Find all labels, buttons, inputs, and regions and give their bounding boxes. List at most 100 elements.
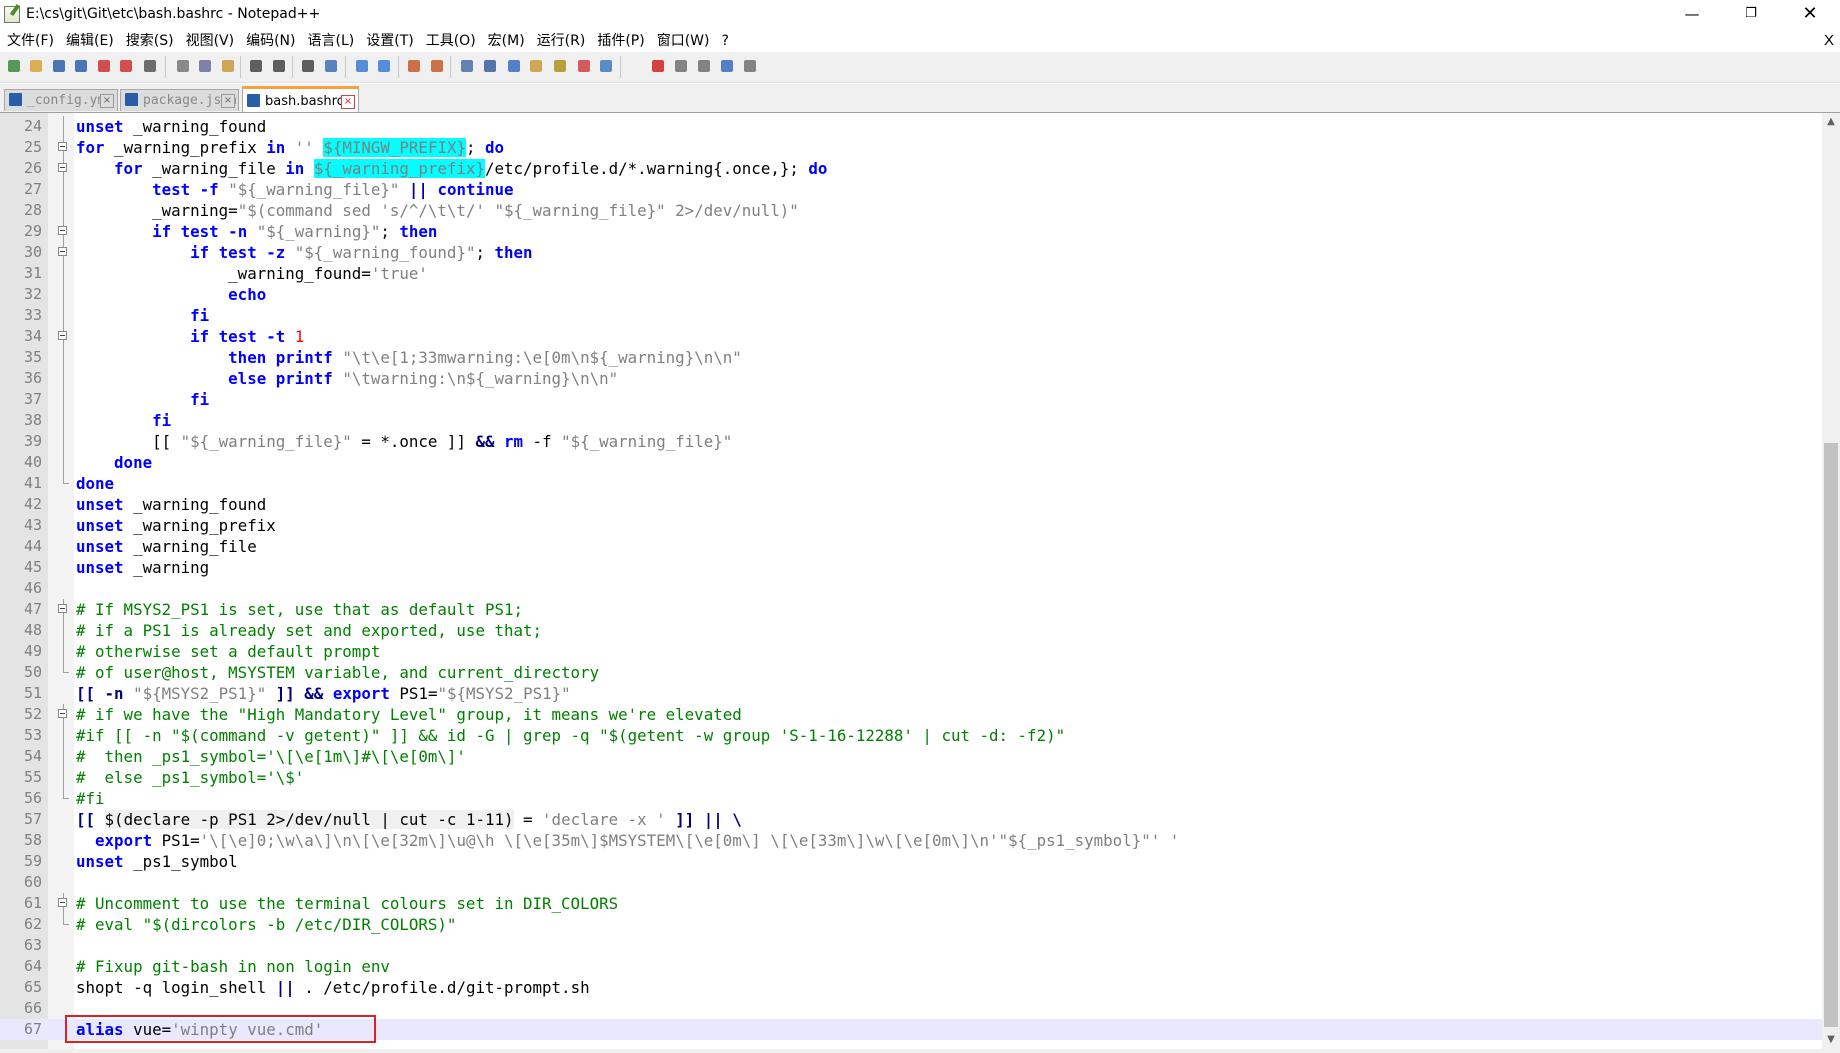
menu-item-8[interactable]: 宏(M): [481, 30, 530, 52]
copy-icon[interactable]: [196, 57, 214, 75]
code-line[interactable]: 50 # of user@host, MSYSTEM variable, and …: [0, 662, 1822, 683]
menu-item-9[interactable]: 运行(R): [530, 30, 591, 52]
code-line[interactable]: 64 # Fixup git-bash in non login env: [0, 956, 1822, 977]
play-macro-icon[interactable]: [695, 57, 713, 75]
code-line[interactable]: 51 [[ -n "${MSYS2_PS1}" ]] && export PS1=…: [0, 683, 1822, 704]
redo-icon[interactable]: [270, 57, 288, 75]
fold-toggle-icon[interactable]: [58, 898, 67, 907]
fold-toggle-icon[interactable]: [58, 604, 67, 613]
menu-item-10[interactable]: 插件(P): [590, 30, 649, 52]
code-line[interactable]: 27 test -f "${_warning_file}" || continu…: [0, 179, 1822, 200]
code-line[interactable]: 40 done: [0, 452, 1822, 473]
code-line[interactable]: 42 unset _warning_found: [0, 494, 1822, 515]
maximize-button[interactable]: ❐: [1723, 0, 1779, 30]
code-line[interactable]: 58 export PS1='\[\e]0;\w\a\]\n\[\e[32m\]…: [0, 830, 1822, 851]
code-line[interactable]: 47 # If MSYS2_PS1 is set, use that as def…: [0, 599, 1822, 620]
vertical-scrollbar[interactable]: ▲ ▼: [1822, 113, 1840, 1049]
save-all-icon[interactable]: [72, 57, 90, 75]
folder-workspace-icon[interactable]: [575, 57, 593, 75]
scroll-down-arrow-icon[interactable]: ▼: [1822, 1031, 1840, 1049]
menu-item-5[interactable]: 语言(L): [301, 30, 360, 52]
code-line[interactable]: 35 then printf "\t\e[1;33mwarning:\e[0m\…: [0, 347, 1822, 368]
menu-item-1[interactable]: 编辑(E): [59, 30, 119, 52]
code-line[interactable]: 65 shopt -q login_shell || . /etc/profile…: [0, 977, 1822, 998]
print-icon[interactable]: [141, 57, 159, 75]
indent-guide-icon[interactable]: [505, 57, 523, 75]
open-file-icon[interactable]: [27, 57, 45, 75]
code-line[interactable]: 54 # then _ps1_symbol='\[\e[1m\]#\[\e[0m\…: [0, 746, 1822, 767]
fold-toggle-icon[interactable]: [58, 709, 67, 718]
paste-icon[interactable]: [219, 57, 237, 75]
sync-h-icon[interactable]: [428, 57, 446, 75]
code-line[interactable]: 41 done: [0, 473, 1822, 494]
word-wrap-icon[interactable]: [458, 57, 476, 75]
menu-item-0[interactable]: 文件(F): [0, 30, 59, 52]
code-line[interactable]: 29 if test -n "${_warning}"; then: [0, 221, 1822, 242]
code-line[interactable]: 53 #if [[ -n "$(command -v getent)" ]] &&…: [0, 725, 1822, 746]
function-list-icon[interactable]: [527, 57, 545, 75]
close-icon[interactable]: [95, 57, 113, 75]
code-line[interactable]: 62 # eval "$(dircolors -b /etc/DIR_COLORS…: [0, 914, 1822, 935]
code-line[interactable]: 34 if test -t 1: [0, 326, 1822, 347]
code-editor[interactable]: 24 unset _warning_found 25 for _warning_pre…: [0, 113, 1822, 1049]
undo-icon[interactable]: [247, 57, 265, 75]
code-line[interactable]: 24 unset _warning_found: [0, 116, 1822, 137]
fold-toggle-icon[interactable]: [58, 142, 67, 151]
fold-toggle-icon[interactable]: [58, 247, 67, 256]
code-line[interactable]: 45 unset _warning: [0, 557, 1822, 578]
new-file-icon[interactable]: [5, 57, 23, 75]
code-line[interactable]: 36 else printf "\twarning:\n${_warning}\…: [0, 368, 1822, 389]
tab-config-yml[interactable]: _config.yml ×: [4, 89, 118, 111]
notepadpp-app-icon[interactable]: [4, 6, 20, 23]
code-line[interactable]: 52 # if we have the "High Mandatory Level…: [0, 704, 1822, 725]
code-line[interactable]: 26 for _warning_file in ${_warning_prefi…: [0, 158, 1822, 179]
zoom-in-icon[interactable]: [353, 57, 371, 75]
close-document-button[interactable]: X: [1824, 30, 1834, 52]
menu-item-7[interactable]: 工具(O): [419, 30, 481, 52]
tab-close-icon[interactable]: ×: [221, 94, 235, 108]
code-line[interactable]: 33 fi: [0, 305, 1822, 326]
code-line[interactable]: 59 unset _ps1_symbol: [0, 851, 1822, 872]
tab-package-json[interactable]: package.json ×: [120, 89, 239, 111]
code-line[interactable]: 61 # Uncomment to use the terminal colour…: [0, 893, 1822, 914]
scroll-up-arrow-icon[interactable]: ▲: [1822, 113, 1840, 131]
code-line[interactable]: 44 unset _warning_file: [0, 536, 1822, 557]
menu-item-12[interactable]: ?: [715, 30, 734, 52]
fold-toggle-icon[interactable]: [58, 226, 67, 235]
doc-map-icon[interactable]: [551, 57, 569, 75]
code-line[interactable]: 48 # if a PS1 is already set and exported…: [0, 620, 1822, 641]
close-all-icon[interactable]: [117, 57, 135, 75]
tab-close-icon[interactable]: ×: [100, 94, 114, 108]
fold-toggle-icon[interactable]: [58, 163, 67, 172]
code-line[interactable]: 39 [[ "${_warning_file}" = *.once ]] && …: [0, 431, 1822, 452]
code-line[interactable]: 56 #fi: [0, 788, 1822, 809]
sync-v-icon[interactable]: [405, 57, 423, 75]
close-window-button[interactable]: ✕: [1782, 0, 1838, 30]
code-line[interactable]: 38 fi: [0, 410, 1822, 431]
record-macro-icon[interactable]: [649, 57, 667, 75]
cut-icon[interactable]: [174, 57, 192, 75]
save-icon[interactable]: [50, 57, 68, 75]
code-line[interactable]: 43 unset _warning_prefix: [0, 515, 1822, 536]
menu-item-2[interactable]: 搜索(S): [119, 30, 179, 52]
code-line[interactable]: 46: [0, 578, 1822, 599]
code-line[interactable]: 60: [0, 872, 1822, 893]
code-line[interactable]: 31 _warning_found='true': [0, 263, 1822, 284]
menu-item-11[interactable]: 窗口(W): [650, 30, 715, 52]
code-line[interactable]: 28 _warning="$(command sed 's/^/\t\t/' "…: [0, 200, 1822, 221]
replace-icon[interactable]: [322, 57, 340, 75]
scrollbar-thumb[interactable]: [1824, 443, 1838, 1027]
menu-item-3[interactable]: 视图(V): [179, 30, 240, 52]
stop-macro-icon[interactable]: [672, 57, 690, 75]
code-line[interactable]: 32 echo: [0, 284, 1822, 305]
code-line[interactable]: 37 fi: [0, 389, 1822, 410]
monitoring-icon[interactable]: [597, 57, 615, 75]
show-all-chars-icon[interactable]: [481, 57, 499, 75]
zoom-out-icon[interactable]: [375, 57, 393, 75]
tab-close-icon[interactable]: ×: [341, 95, 355, 109]
menu-item-4[interactable]: 编码(N): [239, 30, 300, 52]
code-line[interactable]: 25 for _warning_prefix in '' ${MINGW_PREF…: [0, 137, 1822, 158]
minimize-button[interactable]: —: [1664, 0, 1720, 30]
code-line[interactable]: 57 [[ $(declare -p PS1 2>/dev/null | cut …: [0, 809, 1822, 830]
menu-item-6[interactable]: 设置(T): [359, 30, 418, 52]
